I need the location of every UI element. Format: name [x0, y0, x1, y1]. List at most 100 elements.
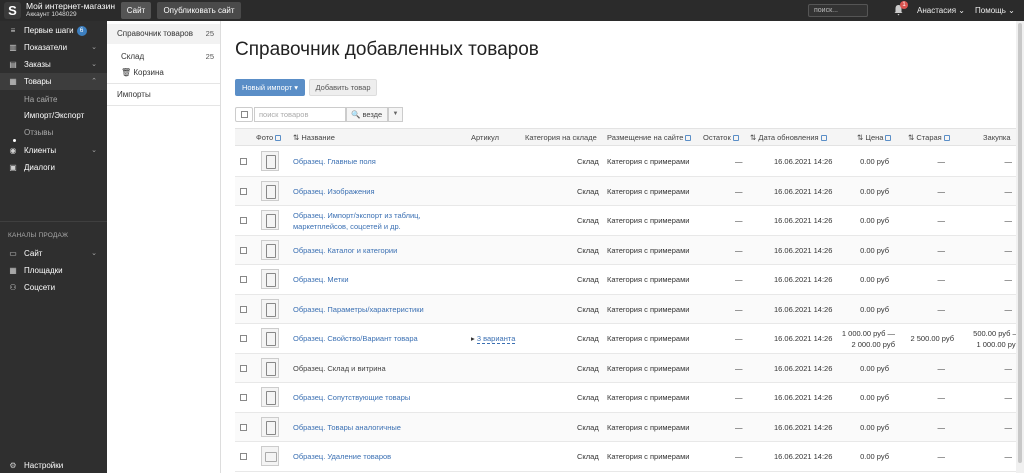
col-placement[interactable]: Размещение на сайте: [607, 133, 692, 142]
shop-switcher[interactable]: Мой интернет-магазин Аккаунт 1048029: [26, 2, 121, 19]
col-article[interactable]: Артикул: [471, 133, 499, 142]
stock-value: —: [735, 275, 743, 284]
sidebar-item-first-steps[interactable]: ≡ Первые шаги 6: [0, 22, 107, 39]
product-name-link[interactable]: Образец. Склад и витрина: [293, 364, 386, 373]
table-row[interactable]: Образец. Удаление товаров Склад Категория …: [235, 442, 1024, 472]
row-checkbox[interactable]: [240, 187, 247, 195]
sidebar-item-orders[interactable]: ▤ Заказы ⌄: [0, 56, 107, 73]
product-name-link[interactable]: Образец. Параметры/характеристики: [293, 305, 424, 314]
product-name-link[interactable]: Образец. Метки: [293, 275, 349, 284]
table-row[interactable]: Образец. Главные поля Склад Категория с пр…: [235, 147, 1024, 177]
col-price[interactable]: ⇅ Цена: [857, 133, 892, 142]
shirt-icon[interactable]: [261, 387, 279, 407]
col-old-price-label: Старая: [916, 133, 942, 142]
row-checkbox[interactable]: [240, 423, 247, 431]
image-placeholder-icon[interactable]: [261, 446, 279, 466]
product-name-link[interactable]: Образец. Импорт/экспорт из таблиц,: [293, 211, 421, 220]
shirt-icon[interactable]: [261, 298, 279, 319]
shirt-icon[interactable]: [261, 328, 279, 348]
chevron-down-icon: ⌄: [1008, 6, 1015, 15]
sidebar-item-label: Заказы: [24, 60, 51, 69]
table-row[interactable]: Образец. Склад и витрина Склад Категория с…: [235, 353, 1024, 383]
col-old-price[interactable]: ⇅ Старая: [908, 133, 950, 142]
sidebar-subitem-reviews[interactable]: Отзывы: [24, 128, 53, 137]
updated-date: 16.06.2021 14:26: [774, 363, 833, 373]
product-name-link[interactable]: Образец. Каталог и категории: [293, 246, 397, 255]
shirt-icon[interactable]: [261, 269, 279, 289]
table-row[interactable]: Образец. Свойство/Вариант товара ▸ 3 вари…: [235, 324, 1024, 354]
product-name-link[interactable]: Образец. Товары аналогичные: [293, 423, 401, 432]
shirt-icon[interactable]: [261, 239, 279, 260]
row-checkbox[interactable]: [240, 364, 247, 372]
imports-item[interactable]: Импорты: [107, 88, 220, 102]
shirt-icon[interactable]: [261, 416, 279, 437]
shirt-icon[interactable]: [261, 151, 279, 171]
row-checkbox[interactable]: [240, 276, 247, 283]
row-checkbox[interactable]: [240, 453, 247, 460]
search-scope-dropdown[interactable]: ▼: [388, 107, 403, 122]
product-name-link[interactable]: Образец. Изображения: [293, 187, 375, 196]
row-checkbox[interactable]: [240, 158, 247, 165]
site-button[interactable]: Сайт: [121, 2, 151, 19]
price-value: 0.00 руб: [860, 186, 889, 196]
table-row[interactable]: Образец. Метки Склад Категория с примерами…: [235, 265, 1024, 295]
table-row[interactable]: Образец. Сопутствующие товары Склад Катего…: [235, 383, 1024, 413]
col-name[interactable]: ⇅ Название: [293, 133, 335, 142]
sidebar-item-settings[interactable]: ⚙ Настройки: [0, 457, 107, 473]
col-purchase[interactable]: Закупка: [983, 133, 1011, 142]
col-category-warehouse[interactable]: Категория на складе: [525, 133, 597, 142]
scrollbar-thumb[interactable]: [1018, 23, 1022, 463]
publish-site-button[interactable]: Опубликовать сайт: [157, 2, 241, 19]
warehouse-item[interactable]: Склад 25: [107, 50, 220, 64]
shirt-icon[interactable]: [261, 180, 279, 201]
col-stock[interactable]: Остаток: [703, 133, 739, 142]
sidebar-item-metrics[interactable]: ▥ Показатели ⌄: [0, 39, 107, 56]
row-checkbox[interactable]: [240, 394, 247, 401]
select-all-checkbox[interactable]: [235, 107, 253, 122]
global-search-input[interactable]: поиск...: [808, 4, 868, 17]
table-row[interactable]: Образец. Импорт/экспорт из таблиц, маркет…: [235, 206, 1024, 236]
shirt-icon[interactable]: [261, 210, 279, 230]
purchase-value: —: [1004, 393, 1013, 402]
table-row[interactable]: Образец. Товары аналогичные Склад Категори…: [235, 412, 1024, 442]
col-updated[interactable]: ⇅ Дата обновления: [750, 133, 827, 142]
help-menu[interactable]: Помощь ⌄: [975, 6, 1015, 15]
col-photo[interactable]: Фото: [256, 133, 282, 142]
product-name-link[interactable]: Образец. Главные поля: [293, 157, 376, 166]
user-menu[interactable]: Анастасия ⌄: [917, 6, 965, 15]
row-checkbox[interactable]: [240, 335, 247, 342]
sidebar-item-goods[interactable]: ▦ Товары ⌃: [0, 73, 107, 90]
new-import-button[interactable]: Новый импорт ▾: [235, 79, 305, 96]
search-scope-button[interactable]: 🔍 везде: [346, 107, 388, 122]
reference-item[interactable]: Справочник товаров 25: [107, 24, 220, 44]
product-name-link[interactable]: Образец. Свойство/Вариант товара: [293, 334, 418, 343]
table-row[interactable]: Образец. Параметры/характеристики Склад Ка…: [235, 294, 1024, 324]
sidebar-item-site[interactable]: ▭ Сайт ⌄: [0, 245, 107, 262]
add-product-button[interactable]: Добавить товар: [309, 79, 377, 96]
product-search-input[interactable]: поиск товаров: [254, 107, 346, 122]
row-checkbox[interactable]: [240, 305, 247, 313]
shirt-icon[interactable]: [261, 357, 279, 378]
sidebar-item-dialogs[interactable]: ▣ Диалоги: [0, 159, 107, 176]
app-logo[interactable]: S: [4, 2, 21, 19]
price-value: 0.00 руб: [860, 216, 889, 225]
table-row[interactable]: Образец. Изображения Склад Категория с при…: [235, 176, 1024, 206]
sidebar-item-marketplaces[interactable]: ▦ Площадки: [0, 262, 107, 279]
product-name-line2[interactable]: маркетплейсов, соцсетей и др.: [293, 222, 401, 231]
category-warehouse: Склад: [577, 334, 599, 343]
variants-toggle[interactable]: ▸ 3 варианта: [471, 334, 516, 344]
row-checkbox[interactable]: [240, 217, 247, 224]
notifications-badge: 1: [900, 1, 908, 9]
product-name-link[interactable]: Образец. Удаление товаров: [293, 452, 391, 461]
category-warehouse: Склад: [577, 275, 599, 284]
product-name-link[interactable]: Образец. Сопутствующие товары: [293, 393, 410, 402]
sidebar-item-clients[interactable]: ◉ Клиенты ⌄: [0, 142, 107, 159]
sidebar-subitem-on-site[interactable]: На сайте: [24, 95, 57, 104]
sidebar-item-social[interactable]: ⚇ Соцсети: [0, 279, 107, 296]
row-checkbox[interactable]: [240, 246, 247, 254]
variants-link[interactable]: 3 варианта: [476, 334, 516, 344]
trash-item[interactable]: 🗑 Корзина: [107, 66, 220, 80]
price-value: 0.00 руб: [860, 245, 889, 255]
table-row[interactable]: Образец. Каталог и категории Склад Категор…: [235, 235, 1024, 265]
sidebar-subitem-import-export[interactable]: Импорт/Экспорт: [24, 111, 84, 120]
